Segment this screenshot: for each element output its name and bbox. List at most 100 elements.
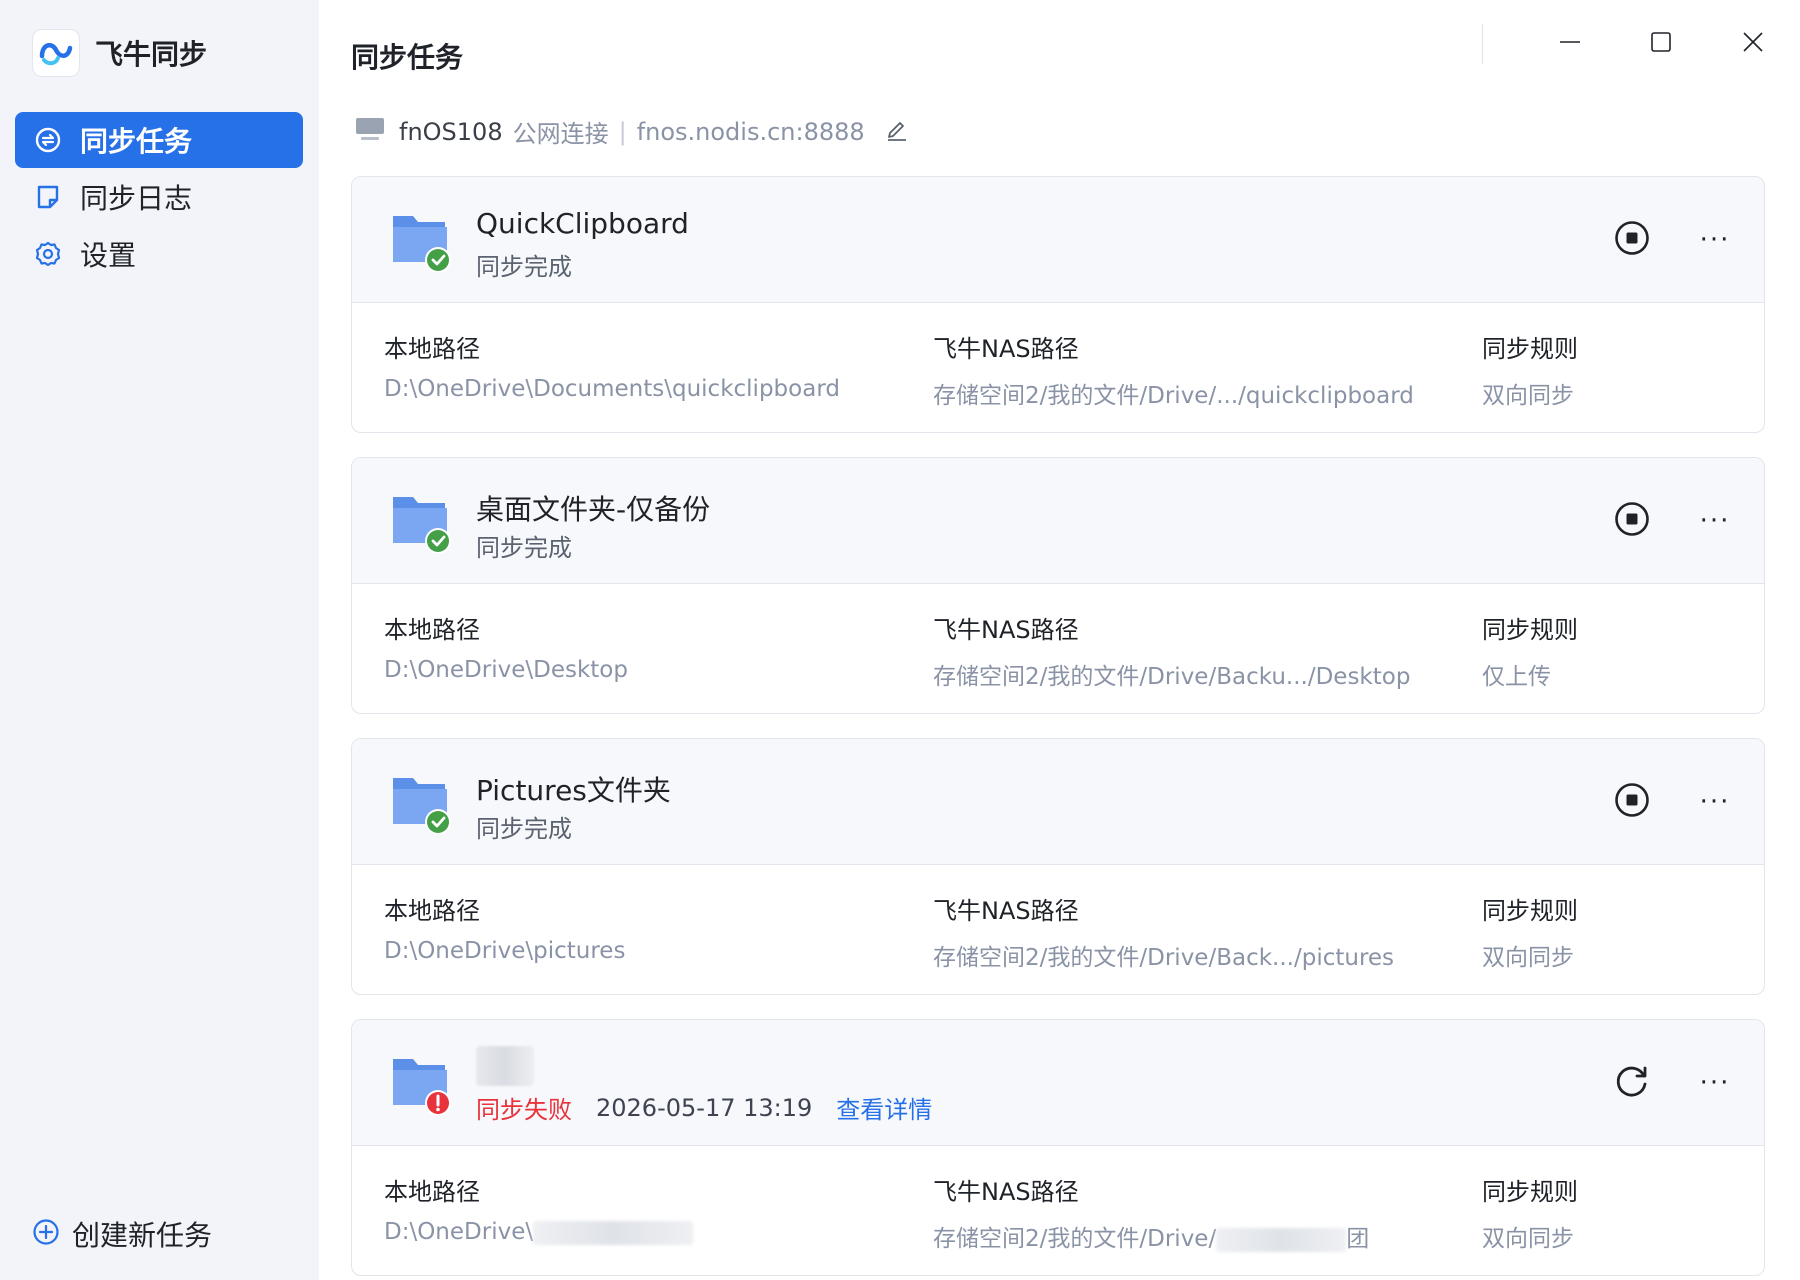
maximize-button[interactable] [1639, 24, 1683, 64]
task-header: Pictures文件夹 同步完成 ··· [352, 739, 1764, 865]
task-status: 同步完成 [476, 809, 572, 844]
sidebar-item-label: 设置 [80, 239, 137, 272]
folder-icon [390, 772, 452, 835]
nas-path-value: 存储空间2/我的文件/Drive/Backu.../Desktop [933, 664, 1411, 690]
stop-circle-icon [1614, 220, 1650, 260]
sync-rule-value: 双向同步 [1482, 1226, 1574, 1252]
local-path-value: D:\OneDrive\Documents\quickclipboard [384, 376, 840, 402]
task-name-redacted [476, 1046, 534, 1086]
task-details: 本地路径 D:\OneDrive\Documents\quickclipboard… [352, 303, 1764, 432]
more-icon: ··· [1699, 787, 1731, 817]
nas-path-label: 飞牛NAS路径 [933, 335, 1079, 363]
nas-path-tail: 团 [1346, 1226, 1370, 1252]
sync-rule-label: 同步规则 [1482, 616, 1578, 644]
nas-path-value: 存储空间2/我的文件/Drive/Back.../pictures [933, 945, 1395, 971]
task-status: 同步完成 [476, 528, 572, 563]
status-text: 同步完成 [476, 815, 572, 843]
sync-rule-label: 同步规则 [1482, 335, 1578, 363]
task-details: 本地路径 D:\OneDrive\Desktop 飞牛NAS路径 存储空间2/我的文… [352, 584, 1764, 713]
redacted-block [1216, 1227, 1347, 1252]
task-card[interactable]: QuickClipboard 同步完成 ··· 本地路径 D:\OneDrive\… [351, 176, 1765, 433]
sidebar-item-label: 同步任务 [80, 125, 193, 158]
pencil-icon [885, 117, 909, 147]
local-path-label: 本地路径 [384, 1178, 480, 1206]
create-task-button[interactable]: 创建新任务 [32, 1214, 212, 1254]
more-options-button[interactable]: ··· [1692, 1060, 1738, 1106]
status-text: 同步完成 [476, 253, 572, 281]
nas-path-label: 飞牛NAS路径 [933, 1178, 1079, 1206]
more-icon: ··· [1699, 1068, 1731, 1098]
more-icon: ··· [1699, 506, 1731, 536]
stop-button[interactable] [1609, 217, 1655, 263]
sidebar-item-settings[interactable]: 设置 [15, 226, 303, 282]
close-icon [1742, 31, 1764, 57]
task-status: 同步失败 2026-05-17 13:19 查看详情 [476, 1090, 932, 1125]
sync-rule-value: 双向同步 [1482, 945, 1574, 971]
stop-button[interactable] [1609, 498, 1655, 544]
stop-circle-icon [1614, 501, 1650, 541]
task-header: 桌面文件夹-仅备份 同步完成 ··· [352, 458, 1764, 584]
local-path-value: D:\OneDrive\Desktop [384, 657, 628, 683]
local-path-label: 本地路径 [384, 335, 480, 363]
sidebar-item-label: 同步日志 [80, 182, 193, 215]
sync-rule-value: 双向同步 [1482, 383, 1574, 409]
nas-path-value: 存储空间2/我的文件/Drive/.../quickclipboard [933, 383, 1414, 409]
stop-button[interactable] [1609, 779, 1655, 825]
device-name: fnOS108 [399, 117, 503, 146]
computer-icon [355, 116, 385, 148]
more-options-button[interactable]: ··· [1692, 498, 1738, 544]
more-options-button[interactable]: ··· [1692, 779, 1738, 825]
task-header: 同步失败 2026-05-17 13:19 查看详情 ··· [352, 1020, 1764, 1146]
task-details: 本地路径 D:\OneDrive\ 飞牛NAS路径存储空间2/我的文件/Drive… [352, 1146, 1764, 1275]
local-path-value: D:\OneDrive\ [384, 1219, 534, 1245]
folder-icon [390, 210, 452, 273]
titlebar-divider [1482, 24, 1483, 64]
close-button[interactable] [1731, 24, 1775, 64]
task-status: 同步完成 [476, 247, 572, 282]
connection-address: fnos.nodis.cn:8888 [636, 117, 865, 146]
retry-button[interactable] [1609, 1060, 1655, 1106]
brand: 飞牛同步 [32, 29, 207, 77]
connection-separator: | [618, 117, 627, 146]
fn-sync-logo-icon [32, 29, 80, 77]
task-card[interactable]: 桌面文件夹-仅备份 同步完成 ··· 本地路径 D:\OneDrive\Deskt… [351, 457, 1765, 714]
more-icon: ··· [1699, 225, 1731, 255]
more-options-button[interactable]: ··· [1692, 217, 1738, 263]
minimize-icon [1559, 31, 1581, 57]
connection-info: fnOS108 公网连接 | fnos.nodis.cn:8888 [355, 114, 909, 149]
task-card[interactable]: Pictures文件夹 同步完成 ··· 本地路径 D:\OneDrive\pic… [351, 738, 1765, 995]
status-text: 同步完成 [476, 534, 572, 562]
task-name: Pictures文件夹 [476, 774, 671, 807]
sync-rule-value: 仅上传 [1482, 664, 1551, 690]
sidebar-item-sync-log[interactable]: 同步日志 [15, 169, 303, 225]
sync-circle-icon [33, 125, 63, 155]
plus-circle-icon [32, 1218, 60, 1250]
nas-path-label: 飞牛NAS路径 [933, 616, 1079, 644]
sidebar-nav: 同步任务 同步日志 设置 [15, 112, 303, 283]
failure-time: 2026-05-17 13:19 [596, 1093, 813, 1122]
task-name: 桌面文件夹-仅备份 [476, 493, 711, 526]
page-title: 同步任务 [351, 41, 464, 74]
minimize-button[interactable] [1548, 24, 1592, 64]
create-task-label: 创建新任务 [72, 1219, 213, 1252]
sync-rule-label: 同步规则 [1482, 1178, 1578, 1206]
task-header: QuickClipboard 同步完成 ··· [352, 177, 1764, 303]
maximize-icon [1650, 31, 1672, 57]
sidebar: 飞牛同步 同步任务 同步日志 设置 创建新任务 [0, 0, 319, 1280]
app-name: 飞牛同步 [95, 38, 208, 71]
folder-icon [390, 491, 452, 554]
redacted-block [533, 1220, 694, 1245]
edit-connection-button[interactable] [885, 117, 909, 147]
sidebar-item-sync-tasks[interactable]: 同步任务 [15, 112, 303, 168]
nas-path-label: 飞牛NAS路径 [933, 897, 1079, 925]
refresh-icon [1614, 1063, 1650, 1103]
sync-rule-label: 同步规则 [1482, 897, 1578, 925]
task-card[interactable]: 同步失败 2026-05-17 13:19 查看详情 ··· 本地路径 D:\On… [351, 1019, 1765, 1276]
main-panel: 同步任务 fnOS108 公网连接 | fnos.nodis.cn:8888 Q… [319, 0, 1800, 1280]
folder-icon [390, 1053, 452, 1116]
gear-icon [33, 239, 63, 269]
nas-path-value: 存储空间2/我的文件/Drive/ [933, 1226, 1217, 1252]
log-note-icon [33, 182, 63, 212]
local-path-value: D:\OneDrive\pictures [384, 938, 626, 964]
view-details-link[interactable]: 查看详情 [836, 1090, 932, 1125]
